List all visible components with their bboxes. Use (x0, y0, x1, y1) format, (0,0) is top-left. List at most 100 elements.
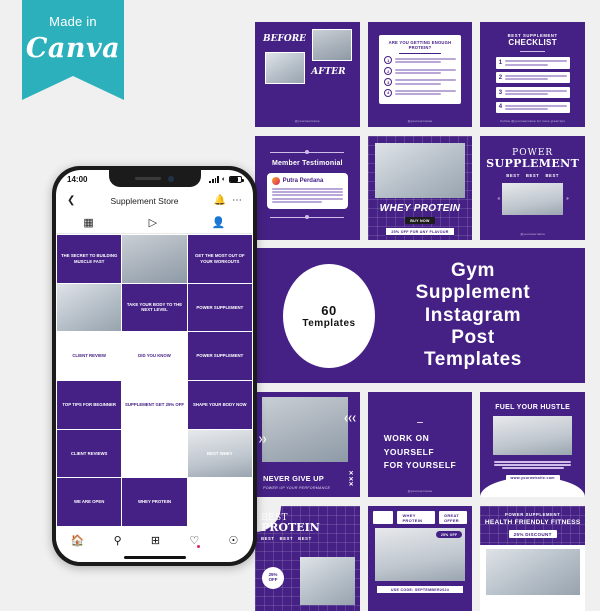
post-grid: THE SECRET TO BUILDING MUSCLE FAST GET TH… (56, 234, 253, 527)
whey-protein-card[interactable]: WHEY PROTEIN BUY NOW 25% OFF FOR ANY FLA… (367, 135, 473, 241)
chevron-left-icon[interactable]: ❮ (67, 195, 75, 206)
never-give-up-card[interactable]: ❮❮❮ ❯❯ NEVER GIVE UP POWER UP YOUR PERFO… (255, 392, 360, 497)
dumbbell-icon: ⚊ (416, 416, 424, 426)
feed-post[interactable]: GET THE MOST OUT OF YOUR WORKOUTS (187, 235, 252, 283)
protein-question-card[interactable]: ARE YOU GETTING ENOUGH PROTEIN? 1 2 3 4 … (367, 22, 473, 127)
best-protein-tag: BEST (279, 536, 294, 542)
feed-post[interactable] (122, 429, 187, 478)
power-tag: BEST (506, 172, 520, 178)
battery-icon (229, 176, 244, 183)
phone-notch (108, 170, 201, 187)
item-number: 4 (384, 88, 393, 97)
feed-post[interactable]: TAKE YOUR BODY TO THE NEXT LEVEL (122, 283, 187, 332)
power-tag: BEST (525, 172, 540, 178)
feed-post[interactable]: POWER SUPPLEMENT (187, 332, 252, 380)
numbered-item: 1 (384, 56, 456, 65)
testimonial-person: Putra Perdana (282, 177, 324, 184)
feed-post-label: GET THE MOST OUT OF YOUR WORKOUTS (195, 253, 245, 264)
checklist-item: 3 (495, 86, 570, 99)
home-icon[interactable]: 🏠 (71, 534, 85, 547)
before-after-watermark: @yourusername (294, 118, 320, 123)
after-label: AFTER (311, 67, 346, 77)
feed-post[interactable]: POWER SUPPLEMENT (187, 283, 252, 332)
before-after-card[interactable]: BEFORE AFTER @yourusername (255, 22, 360, 127)
after-photo (265, 52, 305, 84)
feed-post[interactable]: CLIENT REVIEW (57, 332, 122, 380)
fuel-website[interactable]: www.yourwebsite.com (505, 474, 560, 482)
fuel-heading: FUEL YOUR HUSTLE (495, 404, 571, 412)
heart-icon[interactable]: ♡ (189, 534, 201, 548)
feed-post-label: THE SECRET TO BUILDING MUSCLE FAST (61, 253, 118, 264)
feed-post[interactable]: SHAPE YOUR BODY NOW (187, 381, 252, 429)
template-row-2: Member Testimonial Putra Perdana WHEY PR… (255, 135, 585, 241)
checklist-heading: CHECKLIST (508, 38, 557, 47)
feed-post-label: BEST WHEY (207, 450, 233, 456)
profile-tab-bar: ▦ ▷ 👤 (56, 212, 253, 234)
home-indicator (56, 553, 253, 562)
feed-post[interactable]: BEST WHEY (187, 429, 252, 478)
feed-post[interactable]: SUPPLEMENT GET 25% OFF (122, 381, 187, 429)
best-protein-tag: BEST (261, 536, 275, 542)
bell-icon[interactable]: 🔔 (214, 195, 226, 206)
feed-post-label: POWER SUPPLEMENT (196, 353, 244, 359)
feed-post[interactable] (122, 235, 187, 283)
plus-square-icon[interactable]: ⊞ (151, 534, 160, 547)
feed-post[interactable]: WE ARE OPEN (57, 478, 122, 526)
work-on-yourself-card[interactable]: ⚊ WORK ON YOURSELF FOR YOURSELF @youruse… (367, 392, 473, 498)
grid-icon[interactable]: ▦ (83, 216, 93, 229)
feed-post[interactable]: TOP TIPS FOR BEGINNER (57, 381, 122, 429)
whey-offer-label-b: GREAT OFFER (438, 511, 468, 525)
never-give-up-heading: NEVER GIVE UP (263, 474, 324, 483)
person-circle-icon[interactable]: ☉ (228, 534, 238, 547)
search-icon[interactable]: ⚲ (114, 534, 122, 547)
app-bar: ❮ Supplement Store 🔔 ⋯ (56, 189, 253, 212)
item-number: 2 (384, 67, 393, 76)
feed-post[interactable]: DID YOU KNOW (122, 332, 187, 380)
feed-post-label: POWER SUPPLEMENT (196, 304, 244, 310)
front-camera-icon (168, 175, 174, 182)
banner-line-1: Gym (450, 259, 496, 281)
discount-badge: 25% OFF (262, 566, 284, 589)
member-testimonial-card[interactable]: Member Testimonial Putra Perdana (255, 135, 360, 241)
feed-post-label: CLIENT REVIEWS (70, 450, 108, 456)
health-eyebrow: POWER SUPPLEMENT (505, 512, 561, 518)
feed-post[interactable]: CLIENT REVIEWS (57, 429, 122, 478)
person-frame-icon[interactable]: 👤 (212, 216, 226, 229)
title-banner: 60 Templates Gym Supplement Instagram Po… (255, 248, 585, 384)
chevron-right-decor-icon: ››› (565, 195, 569, 202)
item-number: 4 (498, 104, 503, 111)
promo-code-label: USE CODE: SEPTEMBER2024 (376, 585, 464, 595)
app-bar-title: Supplement Store (110, 195, 179, 206)
whey-buy-now-button[interactable]: BUY NOW (405, 217, 435, 225)
before-label: BEFORE (263, 34, 307, 44)
play-triangle-icon[interactable]: ▷ (149, 216, 157, 229)
bottom-nav: 🏠 ⚲ ⊞ ♡ ☉ (56, 527, 253, 553)
whey-great-offer-card[interactable]: WHEY PROTEIN GREAT OFFER 25% OFF USE COD… (367, 506, 473, 611)
feed-post[interactable] (57, 283, 122, 332)
power-photo (502, 182, 563, 215)
x-decor-icon: ✕ ✕ ✕ (348, 470, 354, 489)
health-friendly-fitness-card[interactable]: POWER SUPPLEMENT HEALTH FRIENDLY FITNESS… (480, 506, 585, 611)
feed-post[interactable]: WHEY PROTEIN (122, 478, 187, 526)
best-protein-card[interactable]: BEST PROTEIN BEST BEST BEST 25% OFF (255, 506, 360, 611)
fuel-photo (492, 416, 573, 456)
template-count-number: 60 (321, 302, 337, 318)
power-watermark: @yourusername (520, 232, 546, 237)
fuel-your-hustle-card[interactable]: FUEL YOUR HUSTLE www.yourwebsite.com (480, 392, 585, 497)
before-photo (311, 29, 352, 61)
more-horizontal-icon[interactable]: ⋯ (232, 195, 242, 206)
item-number: 1 (498, 59, 503, 66)
supplement-checklist-card[interactable]: BEST SUPPLEMENT CHECKLIST 1 2 3 4 Follow… (480, 22, 585, 127)
template-board: BEFORE AFTER @yourusername ARE YOU GETTI… (255, 22, 585, 611)
item-number: 3 (498, 89, 503, 96)
work-line-2: YOURSELF (383, 446, 435, 457)
whey-protein-heading: WHEY PROTEIN (379, 203, 461, 215)
whey-offer-photo: 25% OFF (374, 528, 466, 582)
item-number: 2 (498, 74, 503, 81)
power-supplement-card[interactable]: POWER SUPPLEMENT BEST BEST BEST ‹‹‹ ››› … (480, 135, 585, 241)
template-row-1: BEFORE AFTER @yourusername ARE YOU GETTI… (255, 22, 585, 127)
template-count-circle: 60 Templates (283, 263, 375, 368)
feed-post[interactable]: THE SECRET TO BUILDING MUSCLE FAST (57, 235, 122, 283)
feed-post-label: WHEY PROTEIN (137, 499, 172, 505)
feed-post-label: SHAPE YOUR BODY NOW (193, 402, 247, 408)
